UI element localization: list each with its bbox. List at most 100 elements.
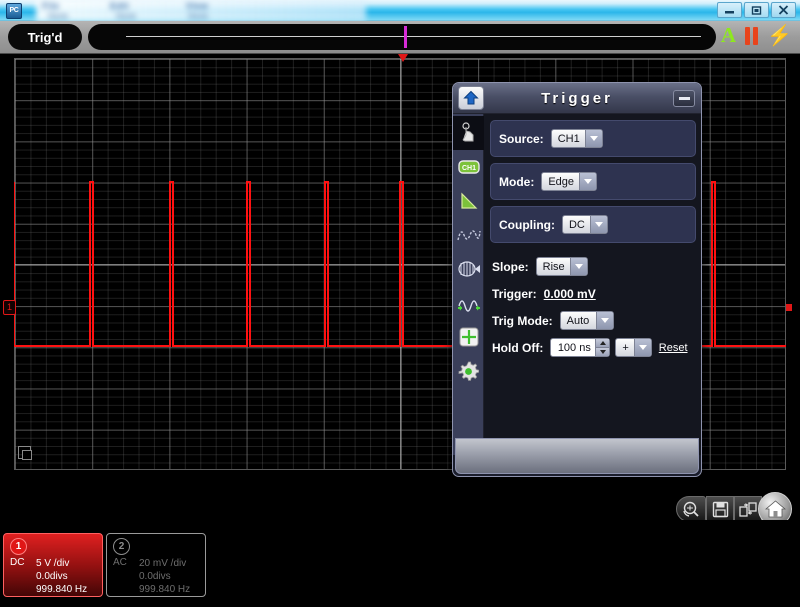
cursor-icon[interactable] (453, 286, 484, 320)
bottom-status-bar: 1 DC 5 V /div 0.0divs 999.840 Hz 2 AC 20… (0, 520, 800, 607)
scrollbar-position-marker[interactable] (404, 26, 407, 48)
trigger-level-label: Trigger: (492, 286, 537, 301)
auto-icon[interactable]: A (721, 25, 736, 46)
channel-2-scale: 20 mV /div (139, 558, 187, 569)
blurred-menu-region: File Edit View item item item (36, 0, 366, 21)
hold-off-sign-select[interactable]: + (615, 338, 652, 357)
stepper-down-icon[interactable] (596, 348, 610, 356)
channel-2-panel[interactable]: 2 AC 20 mV /div 0.0divs 999.840 Hz (106, 533, 206, 597)
window-controls (717, 2, 796, 18)
save-icon[interactable] (706, 496, 734, 522)
waveform-icon[interactable] (453, 218, 484, 252)
coupling-row: Coupling: DC (499, 211, 687, 238)
trigger-settings-group: Slope: Rise Trigger: 0.000 mV Trig Mode: (490, 249, 696, 365)
hold-off-stepper[interactable] (595, 339, 610, 356)
blurred-label-4: item (48, 11, 69, 21)
mode-select[interactable]: Edge (541, 172, 598, 191)
hold-off-value: 100 ns (557, 341, 591, 354)
slope-label: Slope: (492, 259, 529, 274)
pause-icon[interactable] (745, 26, 759, 45)
blurred-label-6: item (188, 11, 209, 21)
trigger-status-button[interactable]: Trig'd (8, 24, 82, 50)
channel-1-offset: 0.0divs (36, 571, 68, 582)
trig-mode-select[interactable]: Auto (559, 311, 614, 330)
touch-icon[interactable] (453, 116, 484, 150)
source-select[interactable]: CH1 (550, 129, 603, 148)
channel-1-frequency: 999.840 Hz (36, 584, 88, 595)
hold-off-input[interactable]: 100 ns (550, 338, 611, 357)
source-group: Source: CH1 (490, 120, 696, 157)
hold-off-label: Hold Off: (492, 340, 544, 355)
minimize-button[interactable] (717, 2, 742, 18)
blurred-label-3: View (186, 1, 209, 11)
waveform-area[interactable]: 1 Trigger CH1 Source: CH1 Mode: Edge Cou… (0, 54, 800, 520)
trigger-dialog-sidebar: CH1 (453, 114, 484, 455)
channel-1-coupling: DC (10, 557, 25, 568)
mode-group: Mode: Edge (490, 163, 696, 200)
oscilloscope-app: PC File Edit View item item item Trig'd (0, 0, 800, 607)
close-button[interactable] (771, 2, 796, 18)
app-logo-icon: PC (6, 3, 22, 19)
trigger-level-value[interactable]: 0.000 mV (544, 287, 596, 301)
zoom-reset-icon[interactable] (676, 496, 706, 522)
ch1-icon[interactable]: CH1 (453, 150, 484, 184)
lightning-icon[interactable]: ⚡ (767, 26, 792, 46)
trigger-fields: Source: CH1 Mode: Edge Coupling: DC Slop… (484, 114, 701, 455)
trig-mode-row: Trig Mode: Auto (492, 307, 688, 334)
channel-2-info: AC 20 mV /div 0.0divs 999.840 Hz (113, 557, 199, 596)
up-arrow-icon[interactable] (458, 86, 484, 110)
display-mode-icon[interactable] (18, 446, 32, 460)
scrollbar-track (126, 36, 701, 37)
trigger-position-marker[interactable] (398, 54, 408, 62)
chevron-down-icon (584, 130, 602, 147)
trigger-dialog-header: Trigger (453, 83, 701, 114)
mode-row: Mode: Edge (499, 168, 687, 195)
chevron-down-icon (589, 216, 607, 233)
mode-label: Mode: (499, 174, 535, 189)
blurred-label-5: item (116, 11, 137, 21)
crosshair-icon[interactable] (453, 320, 484, 354)
slope-row: Slope: Rise (492, 253, 688, 280)
blurred-label-2: Edit (110, 1, 129, 11)
trigger-level-row: Trigger: 0.000 mV (492, 280, 688, 307)
svg-text:CH1: CH1 (461, 165, 475, 172)
hold-off-sign-value: + (622, 341, 629, 354)
channel-2-number: 2 (113, 538, 130, 555)
hold-off-row: Hold Off: 100 ns + Reset (492, 334, 688, 361)
settings-icon[interactable] (453, 354, 484, 388)
waveform-scrollbar[interactable] (88, 24, 716, 50)
channel-1-scale: 5 V /div (36, 558, 70, 569)
slope-select[interactable]: Rise (535, 257, 588, 276)
chevron-down-icon (579, 173, 597, 190)
trigger-dialog-title: Trigger (541, 90, 613, 107)
ch1-level-marker-right[interactable] (786, 304, 792, 311)
channel-1-panel[interactable]: 1 DC 5 V /div 0.0divs 999.840 Hz (3, 533, 103, 597)
window-titlebar: PC File Edit View item item item (0, 0, 800, 21)
blurred-label-1: File (42, 1, 60, 11)
trigger-dialog-footer (455, 438, 699, 474)
ch1-ground-marker[interactable]: 1 (3, 300, 16, 315)
trigger-dialog-body: CH1 Source: CH1 Mode: Edge Coupling: DC … (453, 114, 701, 455)
channel-2-values: 20 mV /div 0.0divs 999.840 Hz (139, 557, 190, 596)
slope-value: Rise (542, 260, 565, 273)
measure-icon[interactable] (453, 184, 484, 218)
trig-mode-label: Trig Mode: (492, 313, 553, 328)
chevron-down-icon (595, 312, 613, 329)
scope-toolbar: Trig'd A ⚡ (0, 21, 800, 54)
reset-link[interactable]: Reset (659, 342, 688, 354)
coupling-value: DC (568, 218, 585, 231)
fft-icon[interactable] (453, 252, 484, 286)
trigger-dialog[interactable]: Trigger CH1 Source: CH1 Mode: Edge Coupl… (452, 82, 702, 477)
channel-1-number: 1 (10, 538, 27, 555)
chevron-down-icon (633, 339, 651, 356)
trig-mode-value: Auto (566, 314, 590, 327)
maximize-button[interactable] (744, 2, 769, 18)
stepper-up-icon[interactable] (596, 339, 610, 348)
coupling-label: Coupling: (499, 217, 555, 232)
source-row: Source: CH1 (499, 125, 687, 152)
chevron-down-icon (569, 258, 587, 275)
channel-2-frequency: 999.840 Hz (139, 584, 191, 595)
minimize-icon[interactable] (673, 90, 695, 107)
channel-2-coupling: AC (113, 557, 127, 568)
coupling-select[interactable]: DC (561, 215, 608, 234)
